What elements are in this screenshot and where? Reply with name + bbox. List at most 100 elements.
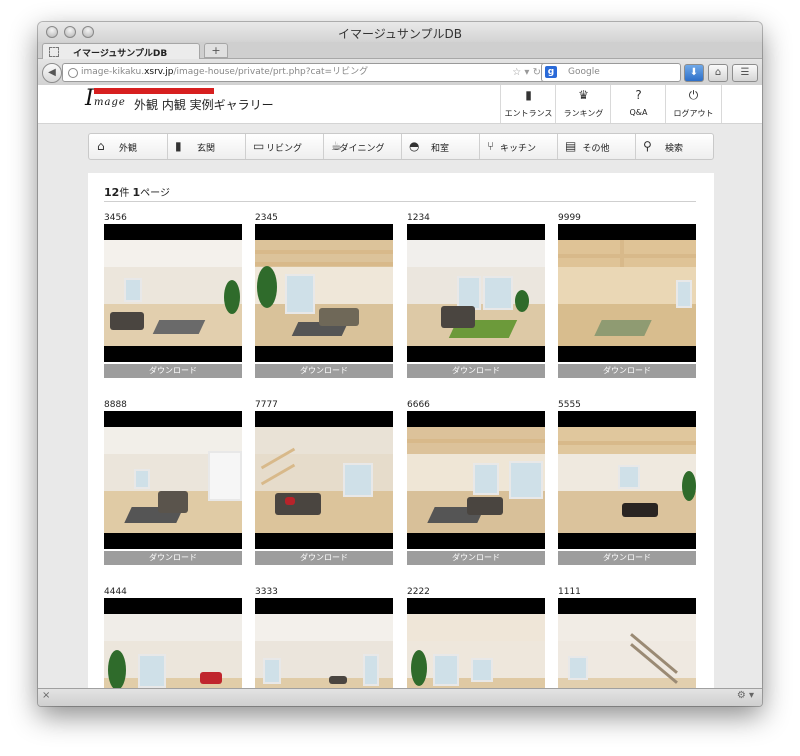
download-button[interactable]: ダウンロード xyxy=(407,364,545,378)
browser-window: イマージュサンプルDB イマージュサンプルDB + ◀ image-kikaku… xyxy=(38,22,762,706)
menu-japanese-room[interactable]: ◓ 和室 xyxy=(401,134,480,159)
power-icon: ⏻ xyxy=(688,88,699,102)
photo-scene xyxy=(407,614,545,689)
download-button[interactable]: ダウンロード xyxy=(558,364,696,378)
divider xyxy=(104,201,696,202)
title-bar: イマージュサンプルDB xyxy=(38,22,762,42)
trophy-icon: ♛ xyxy=(578,88,589,102)
tab-label: イマージュサンプルDB xyxy=(73,49,168,59)
menu-living[interactable]: ▭ リビング xyxy=(245,134,324,159)
download-arrow-icon[interactable]: ⬇ xyxy=(684,64,704,82)
room-photo[interactable] xyxy=(407,224,545,362)
menu-label: キッチン xyxy=(499,144,536,154)
menu-label: 和室 xyxy=(430,144,449,154)
menu-label: 外観 xyxy=(118,144,137,154)
question-icon: ? xyxy=(635,88,642,102)
gallery-panel: 12件 1ページ 3456 ダウンロード 2345 ダウンロード 1234 ダウ… xyxy=(88,173,714,689)
result-summary: 12件 1ページ xyxy=(104,184,170,199)
photo-scene xyxy=(104,614,242,689)
photo-id: 5555 xyxy=(558,400,581,410)
search-placeholder: Google xyxy=(568,67,600,77)
photo-scene xyxy=(407,240,545,346)
menu-other[interactable]: ▤ その他 xyxy=(557,134,636,159)
room-photo[interactable] xyxy=(407,411,545,549)
close-addon-bar-icon[interactable]: × xyxy=(42,690,50,701)
photo-scene xyxy=(558,614,696,689)
addon-settings-icon[interactable]: ⚙ ▾ xyxy=(737,690,754,701)
download-button[interactable]: ダウンロード xyxy=(558,551,696,565)
menu-kitchen[interactable]: ⑂ キッチン xyxy=(479,134,558,159)
photo-scene xyxy=(558,427,696,533)
download-button[interactable]: ダウンロード xyxy=(104,364,242,378)
navigation-bar: ◀ image-kikaku.xsrv.jp/image-house/priva… xyxy=(38,59,762,86)
util-label: エントランス xyxy=(504,109,553,118)
gallery-card: 9999 ダウンロード xyxy=(558,212,696,378)
photo-scene xyxy=(407,427,545,533)
room-photo[interactable] xyxy=(558,411,696,549)
util-ranking[interactable]: ♛ ランキング xyxy=(555,85,611,123)
tab-bar: イマージュサンプルDB + xyxy=(38,42,762,59)
photo-scene xyxy=(104,427,242,533)
photo-scene xyxy=(104,240,242,346)
photo-id: 3333 xyxy=(255,587,278,597)
menu-label: 検索 xyxy=(664,144,683,154)
room-photo[interactable] xyxy=(558,598,696,689)
gallery-card: 3333 ダウンロード xyxy=(255,586,393,689)
photo-id: 3456 xyxy=(104,213,127,223)
gallery-card: 2222 ダウンロード xyxy=(407,586,545,689)
download-button[interactable]: ダウンロード xyxy=(407,551,545,565)
download-button[interactable]: ダウンロード xyxy=(104,551,242,565)
photo-scene xyxy=(255,614,393,689)
gallery-card: 8888 ダウンロード xyxy=(104,399,242,565)
room-photo[interactable] xyxy=(104,411,242,549)
home-icon[interactable]: ⌂ xyxy=(708,64,728,82)
menu-dining[interactable]: ☕ ダイニング xyxy=(323,134,402,159)
gallery-card: 6666 ダウンロード xyxy=(407,399,545,565)
back-button[interactable]: ◀ xyxy=(42,63,62,83)
menu-search[interactable]: ⚲ 検索 xyxy=(635,134,713,159)
room-photo[interactable] xyxy=(104,598,242,689)
download-button[interactable]: ダウンロード xyxy=(255,364,393,378)
photo-id: 9999 xyxy=(558,213,581,223)
photo-id: 1234 xyxy=(407,213,430,223)
status-bar: × ⚙ ▾ xyxy=(38,688,762,706)
menu-icon[interactable]: ☰ xyxy=(732,64,758,82)
photo-scene xyxy=(255,427,393,533)
download-button[interactable]: ダウンロード xyxy=(255,551,393,565)
photo-id: 4444 xyxy=(104,587,127,597)
page-count: 1 xyxy=(132,186,141,199)
gallery-card: 5555 ダウンロード xyxy=(558,399,696,565)
room-photo[interactable] xyxy=(255,598,393,689)
util-logout[interactable]: ⏻ ログアウト xyxy=(665,85,722,123)
result-count: 12 xyxy=(104,186,120,199)
menu-exterior[interactable]: ⌂ 外観 xyxy=(89,134,168,159)
gallery-card: 4444 ダウンロード xyxy=(104,586,242,689)
gallery-card: 2345 ダウンロード xyxy=(255,212,393,378)
photo-id: 2222 xyxy=(407,587,430,597)
google-icon: g xyxy=(545,66,557,78)
room-photo[interactable] xyxy=(407,598,545,689)
url-path: /image-house/private/prt.php?cat=リビング xyxy=(173,67,369,77)
photo-id: 8888 xyxy=(104,400,127,410)
door-icon: ▮ xyxy=(525,88,532,102)
room-photo[interactable] xyxy=(255,411,393,549)
bookmark-star-icon[interactable]: ☆ ▾ ↻ xyxy=(512,64,541,81)
search-input[interactable]: g Google xyxy=(541,63,681,82)
util-entrance[interactable]: ▮ エントランス xyxy=(500,85,556,123)
menu-entrance[interactable]: ▮ 玄関 xyxy=(167,134,246,159)
new-tab-button[interactable]: + xyxy=(204,43,228,58)
room-photo[interactable] xyxy=(558,224,696,362)
url-text: image-kikaku.xsrv.jp/image-house/private… xyxy=(81,64,368,81)
room-photo[interactable] xyxy=(104,224,242,362)
room-photo[interactable] xyxy=(255,224,393,362)
photo-scene xyxy=(558,240,696,346)
url-prefix: image-kikaku. xyxy=(81,67,145,77)
browser-tab[interactable]: イマージュサンプルDB xyxy=(42,43,200,59)
util-qa[interactable]: ? Q&A xyxy=(610,85,666,123)
window-title: イマージュサンプルDB xyxy=(337,27,463,41)
logo-letter: I xyxy=(85,86,94,111)
menu-label: ダイニング xyxy=(339,144,385,154)
address-bar[interactable]: image-kikaku.xsrv.jp/image-house/private… xyxy=(62,63,548,82)
photo-id: 6666 xyxy=(407,400,430,410)
util-label: ログアウト xyxy=(673,109,714,118)
